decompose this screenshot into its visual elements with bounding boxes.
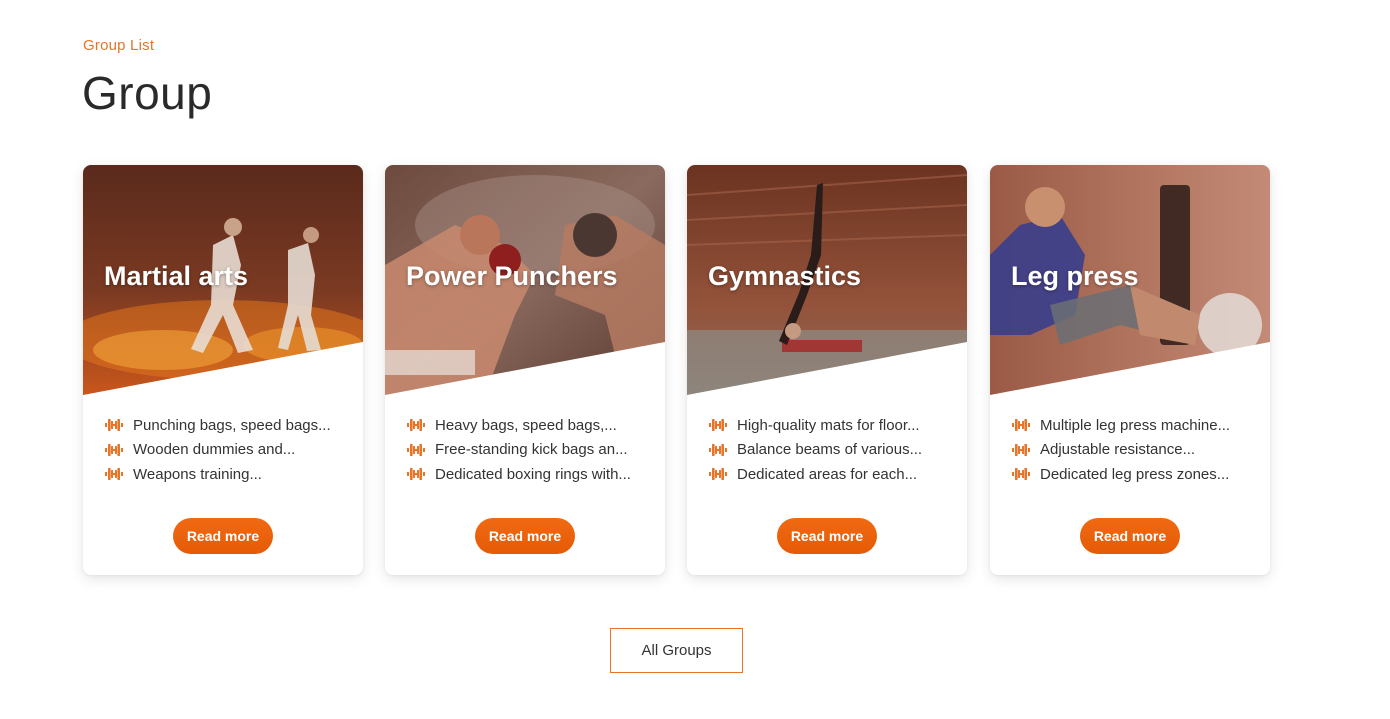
boxing-photo: Power Punchers: [385, 165, 665, 395]
read-more-button[interactable]: Read more: [1080, 518, 1180, 554]
read-more-button[interactable]: Read more: [173, 518, 273, 554]
list-item: Multiple leg press machine...: [1012, 413, 1252, 438]
dumbbell-icon: [1012, 443, 1030, 456]
leg-press-photo: Leg press: [990, 165, 1270, 395]
list-item: Free-standing kick bags an...: [407, 438, 647, 463]
feature-text: Multiple leg press machine...: [1040, 416, 1231, 434]
dumbbell-icon: [105, 468, 123, 481]
group-cards: Martial arts Punching bags, speed bags..…: [83, 165, 1273, 575]
group-card-leg-press: Leg press Multiple leg press machine... …: [990, 165, 1270, 575]
feature-list: Multiple leg press machine... Adjustable…: [1012, 413, 1252, 487]
group-card-power-punchers: Power Punchers Heavy bags, speed bags,..…: [385, 165, 665, 575]
list-item: Adjustable resistance...: [1012, 438, 1252, 463]
feature-list: Punching bags, speed bags... Wooden dumm…: [105, 413, 345, 487]
group-card-gymnastics: Gymnastics High-quality mats for floor..…: [687, 165, 967, 575]
dumbbell-icon: [105, 419, 123, 432]
list-item: Dedicated boxing rings with...: [407, 462, 647, 487]
list-item: Dedicated areas for each...: [709, 462, 949, 487]
all-groups-button[interactable]: All Groups: [610, 628, 743, 673]
list-item: Heavy bags, speed bags,...: [407, 413, 647, 438]
feature-text: High-quality mats for floor...: [737, 416, 920, 434]
gymnastics-photo: Gymnastics: [687, 165, 967, 395]
card-title: Martial arts: [104, 261, 249, 291]
list-item: Wooden dummies and...: [105, 438, 345, 463]
section-eyebrow: Group List: [83, 37, 155, 54]
dumbbell-icon: [407, 443, 425, 456]
feature-list: Heavy bags, speed bags,... Free-standing…: [407, 413, 647, 487]
dumbbell-icon: [709, 468, 727, 481]
feature-text: Balance beams of various...: [737, 441, 923, 459]
read-more-button[interactable]: Read more: [777, 518, 877, 554]
dumbbell-icon: [709, 419, 727, 432]
feature-text: Heavy bags, speed bags,...: [435, 416, 617, 434]
feature-text: Punching bags, speed bags...: [133, 416, 331, 434]
card-title: Gymnastics: [708, 261, 862, 291]
list-item: Dedicated leg press zones...: [1012, 462, 1252, 487]
read-more-button[interactable]: Read more: [475, 518, 575, 554]
dumbbell-icon: [105, 443, 123, 456]
feature-text: Dedicated boxing rings with...: [435, 465, 631, 483]
feature-text: Dedicated areas for each...: [737, 465, 918, 483]
martial-arts-photo: Martial arts: [83, 165, 363, 395]
dumbbell-icon: [407, 468, 425, 481]
feature-text: Wooden dummies and...: [133, 441, 296, 459]
list-item: Balance beams of various...: [709, 438, 949, 463]
dumbbell-icon: [407, 419, 425, 432]
feature-list: High-quality mats for floor... Balance b…: [709, 413, 949, 487]
card-title: Leg press: [1011, 261, 1139, 291]
list-item: Punching bags, speed bags...: [105, 413, 345, 438]
dumbbell-icon: [1012, 468, 1030, 481]
feature-text: Weapons training...: [133, 465, 262, 483]
list-item: High-quality mats for floor...: [709, 413, 949, 438]
dumbbell-icon: [709, 443, 727, 456]
feature-text: Free-standing kick bags an...: [435, 441, 628, 459]
page-title: Group: [82, 67, 213, 119]
list-item: Weapons training...: [105, 462, 345, 487]
group-card-martial-arts: Martial arts Punching bags, speed bags..…: [83, 165, 363, 575]
feature-text: Dedicated leg press zones...: [1040, 465, 1230, 483]
dumbbell-icon: [1012, 419, 1030, 432]
feature-text: Adjustable resistance...: [1040, 441, 1196, 459]
card-title: Power Punchers: [406, 261, 618, 291]
